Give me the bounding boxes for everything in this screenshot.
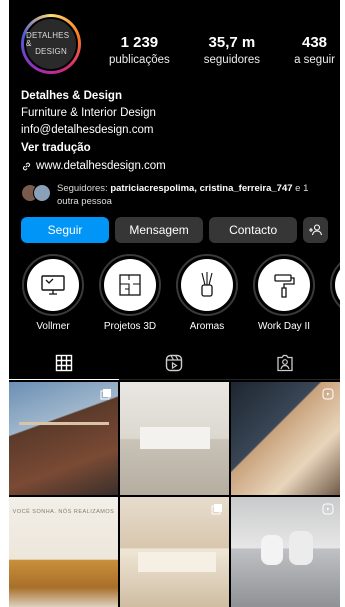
story-highlights: Vollmer Projetos 3D Aromas Work Day II S… (9, 254, 340, 333)
highlight-label: Vollmer (36, 321, 70, 332)
grid-icon (55, 354, 73, 371)
action-buttons: Seguir Mensagem Contacto (9, 217, 340, 243)
stat-following[interactable]: 438 a seguir (294, 34, 335, 68)
highlight-projetos-3d[interactable]: Projetos 3D (98, 254, 162, 333)
diffuser-icon (201, 272, 213, 297)
mutual-followers[interactable]: Seguidores: patriciacrespolima, cristina… (9, 183, 340, 208)
reels-badge-icon (322, 388, 334, 400)
highlight-label: Aromas (189, 321, 225, 332)
mutual-followers-text: Seguidores: patriciacrespolima, cristina… (57, 183, 309, 207)
website-url: www.detalhesdesign.com (36, 160, 166, 172)
highlight-aromas[interactable]: Aromas (175, 254, 239, 333)
stat-followers[interactable]: 35,7 m seguidores (204, 34, 260, 68)
post-caption: VOCÊ SONHA. NÓS REALIZAMOS (12, 509, 115, 515)
profile-email[interactable]: info@detalhesdesign.com (21, 122, 328, 139)
post-thumbnail[interactable] (9, 382, 118, 495)
avatar[interactable]: DETALHES & DESIGN (21, 14, 81, 74)
posts-label: publicações (109, 54, 170, 66)
profile-stats: 1 239 publicações 35,7 m seguidores 438 … (109, 34, 335, 68)
following-label: a seguir (294, 54, 335, 66)
stat-posts[interactable]: 1 239 publicações (109, 34, 170, 68)
following-count: 438 (302, 34, 328, 51)
highlight-label: Sh (329, 321, 340, 333)
post-thumbnail[interactable]: VOCÊ SONHA. NÓS REALIZAMOS (9, 497, 118, 607)
profile-category: Furniture & Interior Design (21, 107, 156, 119)
highlight-label: Work Day II (257, 321, 311, 332)
profile-tabs (9, 346, 340, 380)
profile-bio: Detalhes & Design Furniture & Interior D… (9, 88, 340, 175)
tab-tagged[interactable] (230, 346, 340, 379)
contact-button[interactable]: Contacto (209, 217, 298, 243)
post-thumbnail[interactable] (120, 382, 229, 495)
add-user-icon (308, 224, 322, 236)
carousel-icon (100, 389, 111, 400)
follow-button[interactable]: Seguir (21, 217, 110, 243)
instagram-profile: DETALHES & DESIGN 1 239 publicações 35,7… (9, 0, 340, 607)
posts-count: 1 239 (120, 34, 159, 51)
highlight-work-day-ii[interactable]: Work Day II (252, 254, 316, 333)
website-link[interactable]: www.detalhesdesign.com (21, 158, 328, 175)
profile-name: Detalhes & Design (21, 90, 122, 102)
tab-reels[interactable] (119, 346, 229, 379)
follower-avatars (21, 184, 51, 202)
highlight-label: Projetos 3D (103, 321, 157, 332)
reels-badge-icon (322, 503, 334, 515)
highlight-partial[interactable]: Sh (329, 254, 340, 333)
followers-label: seguidores (203, 54, 261, 66)
reels-icon (166, 354, 183, 371)
carousel-icon (211, 504, 222, 515)
profile-header: DETALHES & DESIGN 1 239 publicações 35,7… (9, 0, 340, 88)
tab-grid[interactable] (9, 346, 120, 380)
followers-count: 35,7 m (208, 34, 256, 51)
tagged-icon (277, 354, 293, 371)
avatar-text-line1: DETALHES & (26, 31, 70, 48)
post-thumbnail[interactable] (231, 497, 340, 607)
message-button[interactable]: Mensagem (115, 217, 204, 243)
link-icon (22, 162, 31, 171)
paint-roller-icon (274, 274, 295, 298)
post-thumbnail[interactable] (231, 382, 340, 495)
avatar-text-line2: DESIGN (35, 47, 67, 56)
highlight-vollmer[interactable]: Vollmer (21, 254, 85, 333)
blueprint-icon (119, 274, 141, 296)
monitor-icon (41, 275, 65, 295)
translate-link[interactable]: Ver tradução (21, 140, 328, 157)
posts-grid: VOCÊ SONHA. NÓS REALIZAMOS (9, 382, 340, 607)
add-user-button[interactable] (303, 217, 329, 243)
post-thumbnail[interactable] (120, 497, 229, 607)
